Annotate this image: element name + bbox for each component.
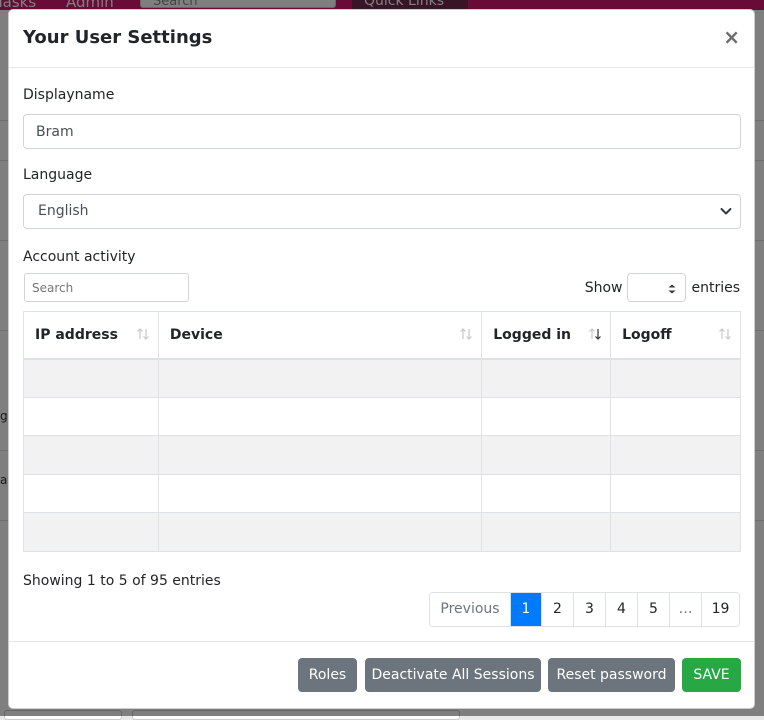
column-header-logoff[interactable]: Logoff (610, 311, 741, 360)
column-header-device[interactable]: Device (157, 311, 483, 360)
pagination-page-5[interactable]: 5 (637, 593, 669, 626)
table-row (23, 512, 741, 552)
table-row (23, 435, 741, 475)
pagination-page-4[interactable]: 4 (605, 593, 637, 626)
column-header-label: Logoff (622, 326, 672, 343)
reset-password-button[interactable]: Reset password (548, 658, 675, 692)
table-info: Showing 1 to 5 of 95 entries (23, 573, 221, 589)
column-header-label: Device (169, 326, 223, 343)
account-activity-title: Account activity (23, 249, 136, 265)
close-icon[interactable]: × (723, 27, 740, 47)
modal-title: Your User Settings (23, 27, 213, 48)
sort-updown-icon (668, 284, 676, 294)
pagination-page-19[interactable]: 19 (701, 593, 739, 626)
column-header-label: IP address (35, 326, 118, 343)
column-header-ip[interactable]: IP address (23, 311, 159, 360)
table-cell (481, 435, 612, 475)
modal-header: Your User Settings × (9, 10, 754, 68)
displayname-input[interactable] (23, 114, 741, 149)
modal-footer: Roles Deactivate All Sessions Reset pass… (9, 641, 754, 708)
column-header-label: Logged in (493, 326, 572, 343)
table-cell (157, 358, 483, 398)
table-cell (157, 473, 483, 513)
pagination: Previous 1 2 3 4 5 … 19 (429, 592, 740, 627)
table-cell (610, 358, 741, 398)
column-header-logged-in[interactable]: Logged in (481, 311, 612, 360)
table-cell (23, 358, 159, 398)
table-cell (610, 512, 741, 552)
table-cell (481, 358, 612, 398)
chevron-down-icon (720, 208, 732, 215)
table-cell (610, 396, 741, 436)
table-cell (610, 473, 741, 513)
table-cell (157, 435, 483, 475)
table-cell (23, 473, 159, 513)
sort-icon (460, 328, 473, 340)
table-cell (23, 512, 159, 552)
pagination-page-1[interactable]: 1 (510, 593, 541, 626)
show-label: Show (584, 279, 623, 296)
deactivate-all-sessions-button[interactable]: Deactivate All Sessions (365, 658, 541, 692)
activity-table: IP address Device Logged in Logoff (23, 311, 741, 552)
sort-icon (719, 328, 731, 340)
pagination-previous[interactable]: Previous (430, 593, 510, 626)
table-header-row: IP address Device Logged in Logoff (23, 311, 741, 360)
entries-label: entries (691, 279, 740, 296)
table-cell (481, 512, 612, 552)
table-row (23, 396, 741, 436)
table-cell (610, 435, 741, 475)
save-button[interactable]: SAVE (682, 658, 741, 692)
table-row (23, 473, 741, 513)
table-row (23, 358, 741, 398)
pagination-page-3[interactable]: 3 (573, 593, 605, 626)
pagination-ellipsis: … (669, 593, 701, 626)
entries-length-select[interactable] (627, 273, 687, 302)
activity-search-input[interactable] (24, 273, 189, 302)
language-label: Language (23, 167, 93, 183)
user-settings-modal: Your User Settings × Displayname Languag… (8, 9, 755, 709)
language-select[interactable]: English (23, 194, 741, 229)
roles-button[interactable]: Roles (298, 658, 357, 692)
table-cell (481, 473, 612, 513)
sort-icon (136, 328, 149, 340)
pagination-page-2[interactable]: 2 (541, 593, 573, 626)
table-cell (157, 396, 483, 436)
table-cell (157, 512, 483, 552)
entries-length-control: Show entries (585, 273, 740, 302)
language-selected-value: English (38, 203, 89, 219)
table-cell (481, 396, 612, 436)
displayname-label: Displayname (23, 87, 115, 103)
table-cell (23, 435, 159, 475)
sort-desc-icon (589, 328, 602, 340)
table-cell (23, 396, 159, 436)
